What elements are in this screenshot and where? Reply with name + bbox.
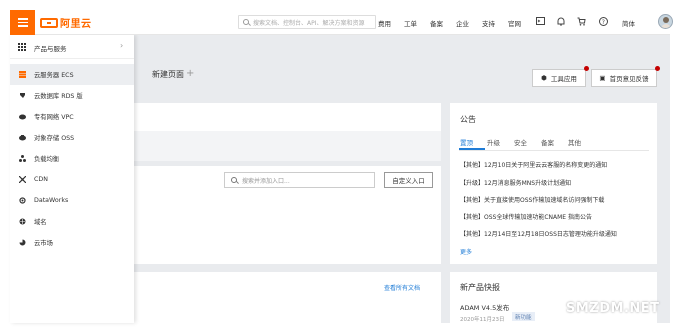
top-nav-links: 费用 工单 备案 企业 支持 官网 <box>378 16 521 29</box>
announcement-item[interactable]: 【其他】关于直接使用OSS作输加速域名访问强制下载 <box>460 195 604 204</box>
products-services-label: 产品与服务 <box>34 45 67 53</box>
new-products-title: 新产品快报 <box>460 283 500 292</box>
aliyun-logo[interactable]: 阿里云 <box>40 16 92 30</box>
ecs-icon <box>19 71 26 78</box>
announcement-tabs: 置顶 升级 安全 备案 其他 <box>460 137 581 147</box>
menu-icon[interactable] <box>10 10 35 35</box>
drawer-item-slb[interactable]: 负载均衡 <box>10 148 134 169</box>
tab-divider <box>459 150 649 151</box>
drawer-item-label: 云服务器 ECS <box>34 72 74 79</box>
rds-icon <box>19 92 26 99</box>
drawer-item-rds[interactable]: 云数据库 RDS 版 <box>10 85 134 106</box>
announcements-more-link[interactable]: 更多 <box>460 247 472 256</box>
cdn-icon <box>19 176 26 183</box>
cube-icon: ⬢ <box>541 74 547 82</box>
page-tab-bar: 新建页面 + <box>134 63 670 85</box>
feedback-icon: ▣ <box>599 74 606 82</box>
tools-button[interactable]: ⬢ 工具应用 <box>532 66 589 87</box>
market-icon <box>19 239 26 246</box>
search-icon <box>231 177 237 183</box>
drawer-item-label: 云数据库 RDS 版 <box>34 93 83 100</box>
overview-card-footer <box>134 131 441 161</box>
drawer-item-oss[interactable]: 对象存储 OSS <box>10 127 134 148</box>
console-window: 新建页面 + ⬢ 工具应用 ▣ 首页意见反馈 搜索并添加入口... 自定义入口 … <box>0 0 680 333</box>
chevron-right-icon: › <box>120 41 124 50</box>
domain-icon <box>19 218 26 225</box>
tools-button-label: 工具应用 <box>550 75 577 83</box>
announcement-item[interactable]: 【升级】12月消息服务MNS升级计划通知 <box>460 178 571 187</box>
drawer-item-market[interactable]: 云市场 <box>10 232 134 253</box>
drawer-item-ecs[interactable]: 云服务器 ECS <box>10 64 134 85</box>
new-feature-badge: 新功能 <box>512 312 535 321</box>
grid-icon <box>18 43 26 51</box>
announcement-item[interactable]: 【其他】12月14日至12月18日OSS日志管理功能升级通知 <box>460 229 617 238</box>
nav-enterprise[interactable]: 企业 <box>456 18 469 28</box>
nav-support[interactable]: 支持 <box>482 18 495 28</box>
notification-dot <box>584 66 589 71</box>
nav-billing[interactable]: 费用 <box>378 18 391 28</box>
cart-icon[interactable] <box>576 16 586 26</box>
product-name-link[interactable]: ADAM V4.5发布 <box>460 302 509 312</box>
drawer-item-label: 对象存储 OSS <box>34 135 75 142</box>
tab-new-page[interactable]: 新建页面 <box>152 69 184 80</box>
nav-ticket[interactable]: 工单 <box>404 18 417 28</box>
custom-entry-button[interactable]: 自定义入口 <box>384 172 433 188</box>
search-icon <box>243 19 249 25</box>
global-search-input[interactable]: 搜索文档、控制台、API、解决方案和资源 <box>238 15 376 29</box>
drawer-item-label: DataWorks <box>34 197 69 204</box>
nav-filing[interactable]: 备案 <box>430 18 443 28</box>
vpc-icon <box>19 113 26 120</box>
logo-mark <box>40 17 58 28</box>
drawer-item-domain[interactable]: 域名 <box>10 211 134 232</box>
drawer-item-cdn[interactable]: CDN <box>10 169 134 190</box>
add-tab-icon[interactable]: + <box>186 68 194 79</box>
dataworks-icon <box>19 197 26 204</box>
avatar[interactable] <box>658 14 673 29</box>
entry-search-placeholder: 搜索并添加入口... <box>242 177 290 185</box>
drawer-item-label: 域名 <box>34 219 47 226</box>
svg-text:?: ? <box>601 19 604 26</box>
drawer-item-vpc[interactable]: 专有网络 VPC <box>10 106 134 127</box>
watermark: SMZDM.NET <box>566 301 660 316</box>
feedback-button-label: 首页意见反馈 <box>609 75 649 83</box>
bell-icon[interactable] <box>556 16 566 26</box>
drawer-item-label: 负载均衡 <box>34 156 60 163</box>
language-switch[interactable]: 简体 <box>622 16 635 29</box>
ann-tab-filing[interactable]: 备案 <box>541 137 554 147</box>
entry-search-input[interactable]: 搜索并添加入口... <box>224 172 375 188</box>
announcements-title: 公告 <box>460 115 476 124</box>
slb-icon <box>19 155 26 162</box>
drawer-item-label: CDN <box>34 176 48 183</box>
view-all-docs-link[interactable]: 查看所有文档 <box>384 283 420 292</box>
help-icon[interactable]: ? <box>598 16 608 26</box>
announcement-item[interactable]: 【其他】OSS全球传输加速功能CNAME 指南公告 <box>460 212 592 221</box>
logo-text: 阿里云 <box>60 19 92 30</box>
ann-tab-upgrade[interactable]: 升级 <box>487 137 500 147</box>
drawer-item-label: 云市场 <box>34 240 53 247</box>
nav-official-site[interactable]: 官网 <box>508 18 521 28</box>
search-placeholder: 搜索文档、控制台、API、解决方案和资源 <box>253 19 365 27</box>
docs-card <box>134 272 441 323</box>
terminal-icon[interactable] <box>535 16 545 26</box>
drawer-item-label: 专有网络 VPC <box>34 114 74 121</box>
feedback-button[interactable]: ▣ 首页意见反馈 <box>591 66 660 87</box>
products-services-header[interactable]: 产品与服务 › <box>10 35 134 59</box>
notification-dot <box>655 66 660 71</box>
drawer-item-dataworks[interactable]: DataWorks <box>10 190 134 211</box>
product-drawer: 产品与服务 › 云服务器 ECS 云数据库 RDS 版 专有网络 VPC 对象存… <box>10 35 134 323</box>
ann-tab-security[interactable]: 安全 <box>514 137 527 147</box>
product-date: 2020年11月23日 <box>460 317 505 323</box>
oss-icon <box>19 134 26 141</box>
announcement-item[interactable]: 【其他】12月10日关于阿里云云客服的名称变更的通知 <box>460 160 607 169</box>
top-navigation-bar: 阿里云 搜索文档、控制台、API、解决方案和资源 费用 工单 备案 企业 支持 … <box>10 10 673 35</box>
ann-tab-other[interactable]: 其他 <box>568 137 581 147</box>
ann-tab-pinned[interactable]: 置顶 <box>460 137 473 147</box>
